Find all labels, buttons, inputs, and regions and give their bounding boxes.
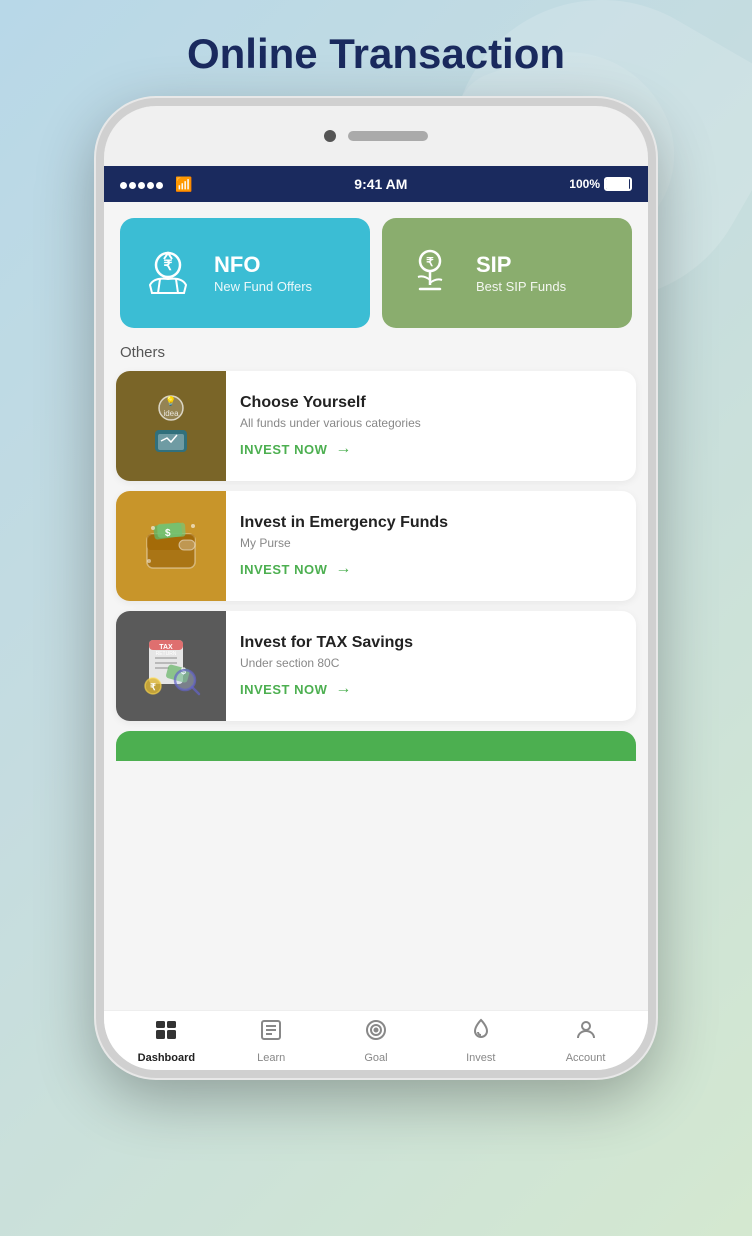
phone-top-bar: [104, 106, 648, 166]
top-cards-row: ₹ NFO New Fund Offers: [104, 202, 648, 340]
choose-yourself-desc: All funds under various categories: [240, 416, 421, 430]
arrow-icon: →: [335, 560, 352, 578]
emergency-funds-title: Invest in Emergency Funds: [240, 514, 448, 532]
tax-savings-title: Invest for TAX Savings: [240, 634, 413, 652]
account-label: Account: [566, 1052, 606, 1064]
partial-card: [116, 731, 636, 761]
emergency-funds-cta[interactable]: INVEST NOW →: [240, 560, 448, 578]
goal-icon: [364, 1018, 388, 1048]
bottom-navigation: Dashboard Learn: [104, 1010, 648, 1070]
goal-label: Goal: [364, 1052, 387, 1064]
invest-label: Invest: [466, 1052, 495, 1064]
arrow-icon: →: [335, 440, 352, 458]
battery-bar: [604, 177, 632, 191]
emergency-funds-desc: My Purse: [240, 536, 448, 550]
battery-indicator: 100%: [569, 177, 632, 191]
svg-text:RETURN: RETURN: [156, 651, 177, 657]
battery-percent: 100%: [569, 177, 600, 191]
cta-label: INVEST NOW: [240, 442, 327, 457]
nfo-subtitle: New Fund Offers: [214, 279, 312, 294]
others-label: Others: [104, 340, 648, 371]
investment-list: 💡 idea Choose Yourself All funds under v…: [104, 371, 648, 721]
nfo-card[interactable]: ₹ NFO New Fund Offers: [120, 218, 370, 328]
phone-speaker: [348, 131, 428, 141]
learn-label: Learn: [257, 1052, 285, 1064]
invest-icon: [469, 1018, 493, 1048]
choose-yourself-image: 💡 idea: [116, 371, 226, 481]
nfo-title: NFO: [214, 252, 312, 278]
list-item[interactable]: 💡 idea Choose Yourself All funds under v…: [116, 371, 636, 481]
svg-text:₹: ₹: [150, 682, 156, 692]
signal-dots: [120, 177, 165, 192]
phone-screen: ₹ NFO New Fund Offers: [104, 202, 648, 1070]
account-icon: [574, 1018, 598, 1048]
choose-yourself-title: Choose Yourself: [240, 394, 421, 412]
tax-savings-desc: Under section 80C: [240, 656, 413, 670]
sip-title: SIP: [476, 252, 566, 278]
wifi-icon: 📶: [175, 176, 192, 193]
nav-item-account[interactable]: Account: [533, 1018, 638, 1064]
dashboard-icon: [154, 1018, 178, 1048]
learn-icon: [259, 1018, 283, 1048]
status-bar: 📶 9:41 AM 100%: [104, 166, 648, 202]
list-item[interactable]: $ Invest in Emergency Funds My Purse INV…: [116, 491, 636, 601]
choose-yourself-cta[interactable]: INVEST NOW →: [240, 440, 421, 458]
list-item[interactable]: TAX RETURN $: [116, 611, 636, 721]
status-time: 9:41 AM: [354, 176, 407, 192]
phone-camera: [324, 130, 336, 142]
cta-label: INVEST NOW: [240, 682, 327, 697]
svg-text:idea: idea: [163, 409, 179, 418]
sip-card[interactable]: ₹ SIP Best SIP Funds: [382, 218, 632, 328]
cta-label: INVEST NOW: [240, 562, 327, 577]
page-title: Online Transaction: [0, 0, 752, 98]
emergency-funds-image: $: [116, 491, 226, 601]
dashboard-label: Dashboard: [138, 1052, 195, 1064]
arrow-icon: →: [335, 680, 352, 698]
nav-item-goal[interactable]: Goal: [324, 1018, 429, 1064]
svg-text:₹: ₹: [426, 255, 434, 269]
nav-item-invest[interactable]: Invest: [428, 1018, 533, 1064]
tax-savings-image: TAX RETURN $: [116, 611, 226, 721]
svg-text:$: $: [165, 528, 171, 539]
nfo-icon: ₹: [136, 241, 200, 305]
tax-savings-cta[interactable]: INVEST NOW →: [240, 680, 413, 698]
sip-subtitle: Best SIP Funds: [476, 279, 566, 294]
nav-item-learn[interactable]: Learn: [219, 1018, 324, 1064]
sip-icon: ₹: [398, 241, 462, 305]
nav-item-dashboard[interactable]: Dashboard: [114, 1018, 219, 1064]
svg-text:💡: 💡: [165, 395, 176, 406]
svg-text:TAX: TAX: [159, 644, 173, 651]
phone-frame: 📶 9:41 AM 100% ₹: [96, 98, 656, 1078]
